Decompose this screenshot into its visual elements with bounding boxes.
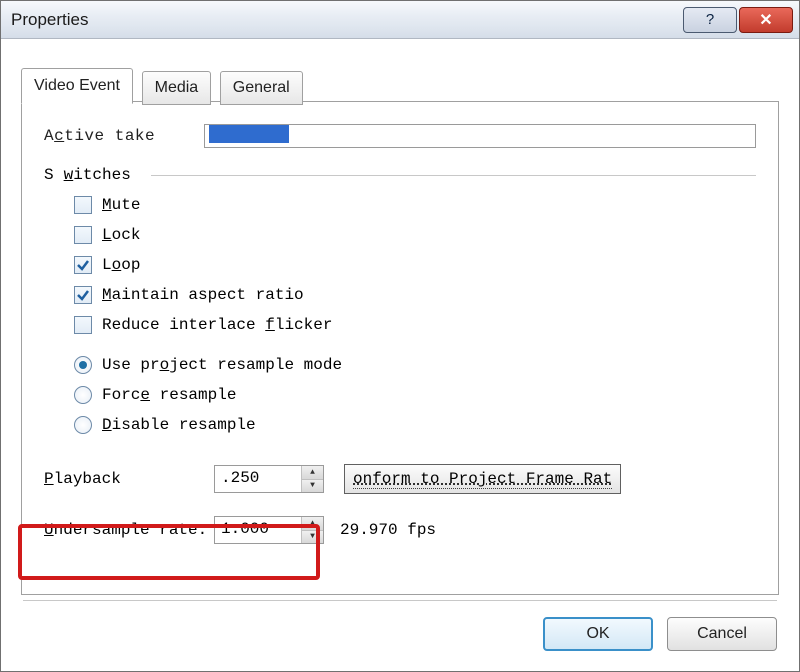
undersample-spin-up[interactable]: ▲ <box>302 517 323 531</box>
close-icon: ✕ <box>759 10 772 30</box>
active-take-label: Active take <box>44 127 204 145</box>
tab-media[interactable]: Media <box>142 71 212 105</box>
playback-spin-down[interactable]: ▼ <box>302 480 323 493</box>
resample-disable-label[interactable]: Disable resample <box>102 416 256 434</box>
mute-checkbox-row: Mute <box>74 196 756 214</box>
playback-row: Playback .250 ▲ ▼ onform to Project Fram… <box>44 464 756 494</box>
playback-label: Playback <box>44 470 214 488</box>
lock-checkbox[interactable] <box>74 226 92 244</box>
window-title: Properties <box>11 10 683 30</box>
chevron-down-icon: ▼ <box>310 481 315 490</box>
resample-force-label[interactable]: Force resample <box>102 386 236 404</box>
resample-project-row: Use project resample mode <box>74 356 756 374</box>
cancel-button[interactable]: Cancel <box>667 617 777 651</box>
playback-spin-up[interactable]: ▲ <box>302 466 323 480</box>
check-icon <box>76 288 90 302</box>
resample-force-radio[interactable] <box>74 386 92 404</box>
aspect-label[interactable]: Maintain aspect ratio <box>102 286 304 304</box>
active-take-input[interactable] <box>204 124 756 148</box>
resample-disable-row: Disable resample <box>74 416 756 434</box>
chevron-up-icon: ▲ <box>310 468 315 477</box>
radio-dot-icon <box>79 361 87 369</box>
mute-label[interactable]: Mute <box>102 196 140 214</box>
help-button[interactable]: ? <box>683 7 737 33</box>
active-take-row: Active take <box>44 124 756 148</box>
chevron-up-icon: ▲ <box>310 519 315 528</box>
mute-checkbox[interactable] <box>74 196 92 214</box>
lock-label[interactable]: Lock <box>102 226 140 244</box>
undersample-row: Undersample rate: 1.000 ▲ ▼ 29.970 fps <box>44 516 756 544</box>
flicker-checkbox-row: Reduce interlace flicker <box>74 316 756 334</box>
switches-group: Mute Lock Loop <box>74 196 756 434</box>
conform-frame-rate-button[interactable]: onform to Project Frame Rat <box>344 464 621 494</box>
playback-spinner[interactable]: .250 ▲ ▼ <box>214 465 324 493</box>
undersample-fps: 29.970 fps <box>340 521 436 539</box>
aspect-checkbox-row: Maintain aspect ratio <box>74 286 756 304</box>
flicker-label[interactable]: Reduce interlace flicker <box>102 316 332 334</box>
flicker-checkbox[interactable] <box>74 316 92 334</box>
properties-dialog: Properties ? ✕ Video Event Media General… <box>0 0 800 672</box>
active-take-selection <box>209 125 289 143</box>
tab-panel-video-event: Active take Switches Mute <box>21 101 779 595</box>
undersample-spin-buttons: ▲ ▼ <box>301 517 323 543</box>
resample-project-label[interactable]: Use project resample mode <box>102 356 342 374</box>
titlebar[interactable]: Properties ? ✕ <box>1 1 799 39</box>
loop-label[interactable]: Loop <box>102 256 140 274</box>
undersample-spin-down[interactable]: ▼ <box>302 531 323 544</box>
close-button[interactable]: ✕ <box>739 7 793 33</box>
resample-force-row: Force resample <box>74 386 756 404</box>
playback-value[interactable]: .250 <box>215 466 301 492</box>
help-icon: ? <box>706 11 714 28</box>
undersample-label: Undersample rate: <box>44 521 214 539</box>
tab-general[interactable]: General <box>220 71 303 105</box>
switches-group-label: Switches <box>44 166 756 184</box>
ok-button[interactable]: OK <box>543 617 653 651</box>
loop-checkbox[interactable] <box>74 256 92 274</box>
resample-disable-radio[interactable] <box>74 416 92 434</box>
undersample-value[interactable]: 1.000 <box>215 517 301 543</box>
check-icon <box>76 258 90 272</box>
window-buttons: ? ✕ <box>683 7 793 33</box>
lock-checkbox-row: Lock <box>74 226 756 244</box>
button-separator <box>23 600 777 601</box>
undersample-spinner[interactable]: 1.000 ▲ ▼ <box>214 516 324 544</box>
resample-project-radio[interactable] <box>74 356 92 374</box>
client-area: Video Event Media General Active take Sw… <box>1 39 799 671</box>
dialog-buttons: OK Cancel <box>543 617 777 651</box>
group-divider <box>151 175 756 176</box>
tab-video-event[interactable]: Video Event <box>21 68 133 104</box>
playback-spin-buttons: ▲ ▼ <box>301 466 323 492</box>
chevron-down-icon: ▼ <box>310 532 315 541</box>
loop-checkbox-row: Loop <box>74 256 756 274</box>
aspect-checkbox[interactable] <box>74 286 92 304</box>
tabstrip: Video Event Media General <box>21 67 779 101</box>
